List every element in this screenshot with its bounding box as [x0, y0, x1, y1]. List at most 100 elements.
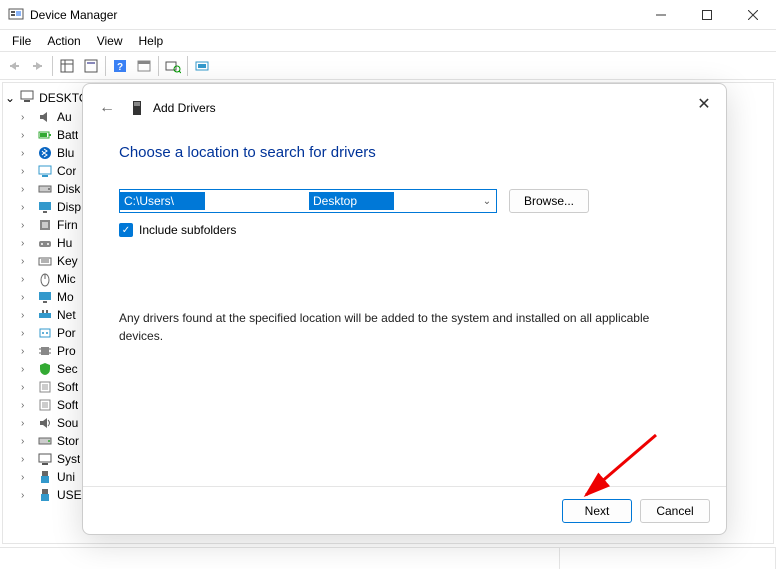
tree-item-label: Firn — [57, 218, 78, 232]
show-hidden-button[interactable] — [55, 54, 79, 78]
expand-icon[interactable]: › — [21, 220, 33, 231]
tree-item-label: Soft — [57, 380, 78, 394]
maximize-button[interactable] — [684, 0, 730, 30]
path-suffix: Desktop — [309, 192, 394, 210]
add-driver-button[interactable] — [190, 54, 214, 78]
expand-icon[interactable]: › — [21, 436, 33, 447]
minimize-button[interactable] — [638, 0, 684, 30]
collapse-icon[interactable]: ⌄ — [5, 91, 15, 105]
dialog-back-button[interactable]: ← — [99, 99, 115, 117]
title-bar: Device Manager — [0, 0, 776, 30]
expand-icon[interactable]: › — [21, 112, 33, 123]
menu-file[interactable]: File — [4, 32, 39, 50]
usb-icon — [37, 487, 53, 503]
tree-item-label: Mo — [57, 290, 74, 304]
expand-icon[interactable]: › — [21, 202, 33, 213]
browse-button[interactable]: Browse... — [509, 189, 589, 213]
tree-item-label: Blu — [57, 146, 74, 160]
menu-view[interactable]: View — [89, 32, 131, 50]
network-icon — [37, 307, 53, 323]
tree-item-label: Por — [57, 326, 76, 340]
include-subfolders-checkbox[interactable]: ✓ Include subfolders — [119, 223, 690, 237]
driver-icon — [129, 100, 145, 116]
properties-button[interactable] — [79, 54, 103, 78]
expand-icon[interactable]: › — [21, 274, 33, 285]
close-button[interactable] — [730, 0, 776, 30]
scan-button[interactable] — [161, 54, 185, 78]
storage-icon — [37, 433, 53, 449]
tree-item-label: Cor — [57, 164, 76, 178]
port-icon — [37, 325, 53, 341]
expand-icon[interactable]: › — [21, 472, 33, 483]
help-button[interactable]: ? — [108, 54, 132, 78]
computer-icon — [19, 88, 35, 107]
toolbar: ? — [0, 52, 776, 80]
dialog-close-button[interactable]: ✕ — [694, 94, 714, 114]
software-icon — [37, 397, 53, 413]
expand-icon[interactable]: › — [21, 418, 33, 429]
display-icon — [37, 199, 53, 215]
firmware-icon — [37, 217, 53, 233]
tree-item-label: Pro — [57, 344, 76, 358]
battery-icon — [37, 127, 53, 143]
expand-icon[interactable]: › — [21, 148, 33, 159]
expand-icon[interactable]: › — [21, 382, 33, 393]
menu-action[interactable]: Action — [39, 32, 88, 50]
tree-item-label: USE — [57, 488, 82, 502]
tree-item-label: Disk — [57, 182, 80, 196]
tree-item-label: Soft — [57, 398, 78, 412]
expand-icon[interactable]: › — [21, 130, 33, 141]
tree-item-label: Sou — [57, 416, 78, 430]
expand-icon[interactable]: › — [21, 256, 33, 267]
dropdown-icon[interactable]: ⌄ — [478, 196, 496, 207]
hid-icon — [37, 235, 53, 251]
cancel-button[interactable]: Cancel — [640, 499, 710, 523]
tree-item-label: Mic — [57, 272, 76, 286]
tree-item-label: Syst — [57, 452, 80, 466]
path-prefix: C:\Users\ — [120, 192, 205, 210]
info-text: Any drivers found at the specified locat… — [119, 309, 690, 345]
back-button[interactable] — [2, 54, 26, 78]
tree-item-label: Uni — [57, 470, 75, 484]
checkbox-label: Include subfolders — [139, 223, 236, 237]
computer-icon — [37, 163, 53, 179]
tree-item-label: Au — [57, 110, 72, 124]
security-icon — [37, 361, 53, 377]
disk-icon — [37, 181, 53, 197]
dialog-heading: Choose a location to search for drivers — [119, 144, 690, 161]
expand-icon[interactable]: › — [21, 490, 33, 501]
root-label: DESKTO — [39, 91, 88, 105]
expand-icon[interactable]: › — [21, 328, 33, 339]
path-combobox[interactable]: C:\Users\ Desktop ⌄ — [119, 189, 497, 213]
menu-bar: File Action View Help — [0, 30, 776, 52]
mouse-icon — [37, 271, 53, 287]
expand-icon[interactable]: › — [21, 238, 33, 249]
expand-icon[interactable]: › — [21, 454, 33, 465]
action-button[interactable] — [132, 54, 156, 78]
tree-item-label: Sec — [57, 362, 78, 376]
sound-icon — [37, 415, 53, 431]
expand-icon[interactable]: › — [21, 346, 33, 357]
checkbox-checked-icon: ✓ — [119, 223, 133, 237]
tree-item-label: Disp — [57, 200, 81, 214]
expand-icon[interactable]: › — [21, 400, 33, 411]
next-button[interactable]: Next — [562, 499, 632, 523]
software-icon — [37, 379, 53, 395]
status-bar — [0, 547, 776, 569]
tree-item-label: Key — [57, 254, 78, 268]
expand-icon[interactable]: › — [21, 166, 33, 177]
expand-icon[interactable]: › — [21, 292, 33, 303]
expand-icon[interactable]: › — [21, 184, 33, 195]
tree-item-label: Net — [57, 308, 76, 322]
add-drivers-dialog: ← Add Drivers ✕ Choose a location to sea… — [82, 83, 727, 535]
tree-item-label: Batt — [57, 128, 78, 142]
expand-icon[interactable]: › — [21, 310, 33, 321]
audio-icon — [37, 109, 53, 125]
expand-icon[interactable]: › — [21, 364, 33, 375]
keyboard-icon — [37, 253, 53, 269]
forward-button[interactable] — [26, 54, 50, 78]
processor-icon — [37, 343, 53, 359]
app-icon — [8, 7, 24, 23]
menu-help[interactable]: Help — [131, 32, 172, 50]
tree-item-label: Hu — [57, 236, 72, 250]
